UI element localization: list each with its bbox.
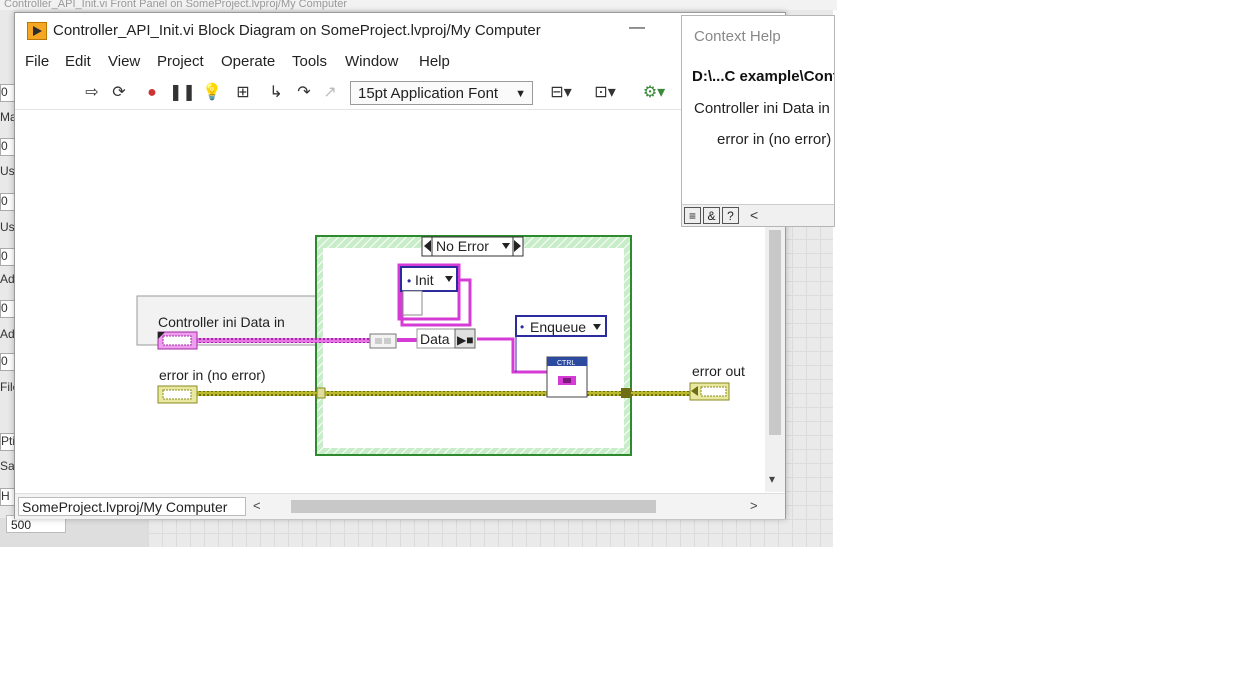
detailed-help-icon[interactable]: ? bbox=[722, 207, 739, 224]
step-into-icon[interactable]: ↳ bbox=[266, 83, 286, 103]
chevron-left-icon[interactable]: < bbox=[253, 498, 261, 513]
chevron-down-icon[interactable]: ▾ bbox=[769, 472, 775, 486]
highlight-execution-icon[interactable]: 💡 bbox=[202, 83, 222, 103]
collapse-icon[interactable]: < bbox=[750, 207, 758, 223]
data-label: Data bbox=[420, 331, 450, 347]
font-select[interactable]: 15pt Application Font ▼ bbox=[350, 81, 533, 105]
menu-file[interactable]: File bbox=[25, 53, 49, 70]
cluster-tunnel[interactable] bbox=[369, 333, 397, 349]
context-help-toolbar: ≡ & ? < bbox=[682, 204, 834, 226]
lock-help-icon[interactable]: & bbox=[703, 207, 720, 224]
labview-app-icon bbox=[27, 22, 47, 40]
context-help-line-1: Controller ini Data in bbox=[694, 100, 830, 117]
font-select-value: 15pt Application Font bbox=[358, 85, 499, 102]
controller-data-wire bbox=[197, 338, 372, 343]
menu-window[interactable]: Window bbox=[345, 53, 398, 70]
step-out-icon[interactable]: ↗ bbox=[320, 83, 340, 103]
error-in-terminal[interactable] bbox=[157, 385, 198, 404]
enum-marker-icon: • bbox=[407, 274, 411, 288]
menu-view[interactable]: View bbox=[108, 53, 140, 70]
background-label: Add bbox=[0, 272, 15, 286]
menu-edit[interactable]: Edit bbox=[65, 53, 91, 70]
error-tunnel-in bbox=[316, 387, 326, 399]
horizontal-scroll-thumb[interactable] bbox=[291, 500, 656, 513]
pause-icon[interactable]: ❚❚ bbox=[169, 83, 196, 103]
background-label: 0 bbox=[0, 84, 15, 102]
background-label: 0 bbox=[0, 300, 15, 318]
background-label: Use bbox=[0, 220, 15, 234]
retain-wire-values-icon[interactable]: ⊞ bbox=[233, 83, 253, 103]
status-bar: SomeProject.lvproj/My Computer < > bbox=[15, 493, 785, 519]
background-window-title: Controller_API_Init.vi Front Panel on So… bbox=[0, 0, 837, 10]
chevron-down-icon: ▼ bbox=[515, 88, 526, 100]
enum-marker-icon: • bbox=[520, 320, 524, 334]
context-help-line-2: error in (no error) bbox=[717, 131, 832, 148]
error-wire bbox=[197, 391, 690, 396]
case-selector[interactable]: No Error bbox=[421, 236, 524, 257]
background-label: Add bbox=[0, 327, 15, 341]
simple-help-icon[interactable]: ≡ bbox=[684, 207, 701, 224]
ctrl-enqueue-subvi[interactable]: CTRL bbox=[546, 356, 588, 398]
enqueue-enum-constant[interactable]: • Enqueue bbox=[515, 315, 607, 337]
context-help-window: Context Help D:\...C example\Cont Contro… bbox=[681, 15, 835, 227]
align-objects-icon[interactable]: ⊟▾ bbox=[545, 83, 577, 103]
background-label: 0 bbox=[0, 353, 15, 371]
error-in-label: error in (no error) bbox=[159, 367, 266, 383]
toolbar: ⇨ ⟳ ● ❚❚ 💡 ⊞ ↳ ↷ ↗ 15pt Application Font… bbox=[15, 77, 785, 110]
cluster-wire-segment bbox=[397, 338, 417, 342]
block-diagram-window: Controller_API_Init.vi Block Diagram on … bbox=[14, 12, 786, 519]
init-label: Init bbox=[415, 272, 434, 288]
reorder-icon[interactable]: ⚙▾ bbox=[636, 83, 672, 103]
minimize-button[interactable]: — bbox=[629, 19, 647, 39]
menu-help[interactable]: Help bbox=[419, 53, 450, 70]
background-label: Pti bbox=[0, 433, 15, 451]
block-diagram: No Error • Init Data ▶■ • Enqueue CTRL C… bbox=[136, 235, 745, 456]
project-path: SomeProject.lvproj/My Computer bbox=[18, 497, 246, 516]
chevron-right-icon[interactable]: > bbox=[750, 498, 758, 513]
background-label: 0 bbox=[0, 138, 15, 156]
bundle-icon: ▶■ bbox=[457, 333, 473, 347]
background-label: Ma bbox=[0, 110, 15, 124]
context-help-title: Context Help bbox=[694, 28, 781, 45]
data-bundle-node[interactable]: Data ▶■ bbox=[416, 328, 476, 349]
background-label: 0 bbox=[0, 248, 15, 266]
error-out-label: error out bbox=[692, 363, 745, 379]
menu-operate[interactable]: Operate bbox=[221, 53, 275, 70]
ctrl-label: CTRL bbox=[557, 360, 575, 367]
menu-project[interactable]: Project bbox=[157, 53, 204, 70]
window-title-bar: Controller_API_Init.vi Block Diagram on … bbox=[15, 13, 785, 49]
menu-tools[interactable]: Tools bbox=[292, 53, 327, 70]
controller-ini-data-terminal[interactable] bbox=[157, 331, 198, 350]
context-help-path: D:\...C example\Cont bbox=[692, 68, 835, 85]
background-label: File bbox=[0, 380, 15, 394]
step-over-icon[interactable]: ↷ bbox=[294, 83, 314, 103]
enqueue-label: Enqueue bbox=[530, 319, 586, 335]
error-tunnel-out bbox=[621, 388, 631, 398]
vertical-scroll-thumb[interactable] bbox=[769, 230, 781, 435]
case-selector-label: No Error bbox=[436, 238, 489, 254]
abort-icon[interactable]: ● bbox=[142, 83, 162, 103]
background-label: 0 bbox=[0, 193, 15, 211]
controller-ini-label: Controller ini Data in bbox=[158, 314, 285, 330]
run-arrow-icon[interactable]: ⇨ bbox=[82, 83, 102, 103]
background-label: Use bbox=[0, 164, 15, 178]
menu-bar: File Edit View Project Operate Tools Win… bbox=[15, 51, 785, 75]
window-title: Controller_API_Init.vi Block Diagram on … bbox=[53, 22, 541, 39]
distribute-objects-icon[interactable]: ⊡▾ bbox=[589, 83, 621, 103]
background-label: Sag bbox=[0, 459, 15, 473]
background-label: H bbox=[0, 488, 15, 506]
run-continuously-icon[interactable]: ⟳ bbox=[109, 83, 129, 103]
error-out-terminal[interactable] bbox=[689, 382, 730, 401]
diagram-canvas[interactable]: No Error • Init Data ▶■ • Enqueue CTRL C… bbox=[15, 110, 765, 492]
